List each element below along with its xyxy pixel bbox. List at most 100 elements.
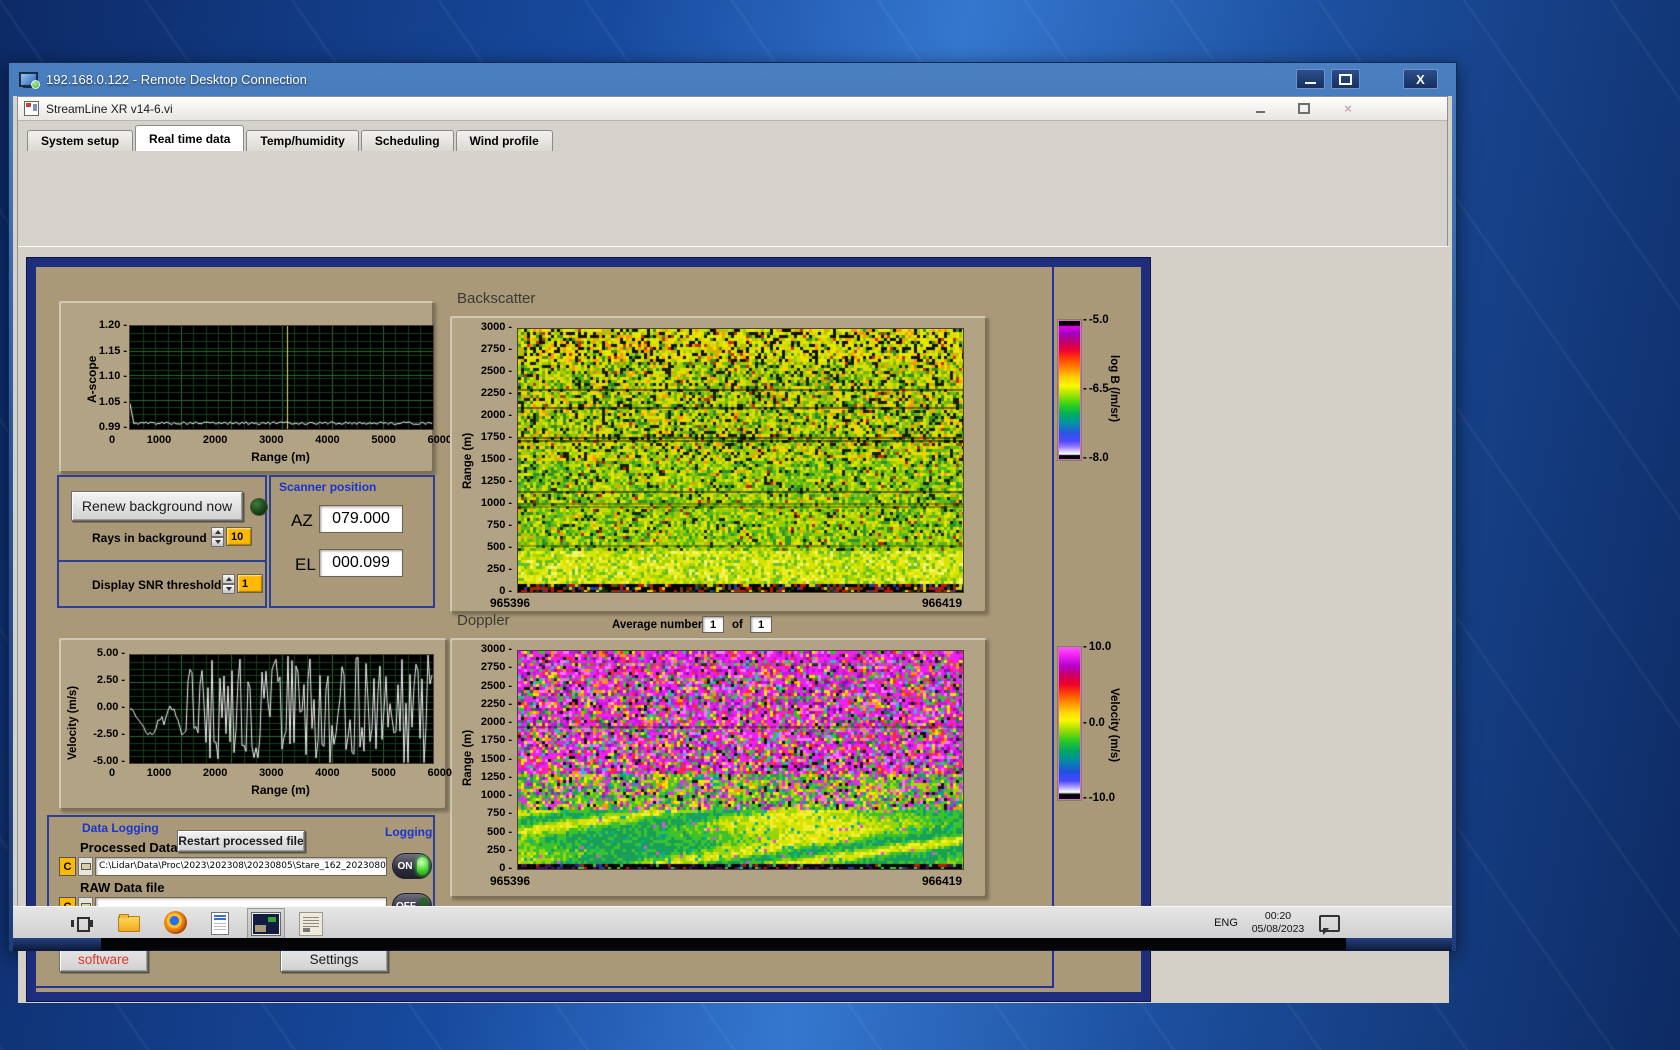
tab-wind-profile[interactable]: Wind profile	[456, 130, 553, 151]
tab-temp-humidity[interactable]: Temp/humidity	[246, 130, 358, 151]
ascope-ytick: 1.05	[99, 396, 127, 409]
velocity-xtick: 0	[109, 767, 115, 779]
doppler-x-start: 965396	[490, 874, 530, 888]
doppler-ytick: 2500	[481, 680, 512, 693]
backscatter-ytick: 250	[487, 563, 512, 576]
ascope-ytick: 1.20	[99, 319, 127, 332]
velocity-xtick: 3000	[259, 767, 283, 779]
rdp-minimize-button[interactable]	[1296, 69, 1325, 89]
snr-spinner-up[interactable]	[222, 574, 235, 584]
backscatter-ytick: 3000	[481, 321, 512, 334]
backscatter-ytick: 500	[487, 541, 512, 554]
active-app-taskbar-slot[interactable]	[247, 908, 285, 939]
backscatter-colorbar-title: log B (/m/sr)	[1108, 314, 1120, 464]
taskbar-clock[interactable]: 00:20 05/08/2023	[1247, 908, 1309, 938]
ascope-xtick: 5000	[371, 434, 395, 446]
backscatter-colorbar-ticks: -5.0-6.5-8.0	[1083, 314, 1127, 464]
ascope-xtick: 1000	[147, 434, 171, 446]
velocity-plot[interactable]	[129, 654, 434, 764]
language-indicator[interactable]: ENG	[1211, 910, 1241, 936]
velocity-y-ticks: 5.002.500.00-2.50-5.00	[81, 647, 125, 768]
snr-value-field[interactable]: 1	[237, 574, 263, 593]
scheduler-app-icon[interactable]	[299, 912, 323, 936]
snr-threshold-box: Display SNR threshold 1	[57, 560, 267, 608]
remote-desktop-icon	[19, 72, 38, 87]
folder-glyph-icon	[81, 863, 91, 870]
rays-value-field[interactable]: 10	[226, 527, 252, 546]
ascope-ytick: 0.99	[99, 421, 127, 434]
rays-spinner-up[interactable]	[211, 527, 224, 537]
app-minimize-button[interactable]	[1251, 101, 1269, 116]
snr-threshold-label: Display SNR threshold	[92, 578, 221, 592]
doppler-x-end: 966419	[902, 874, 962, 888]
velocity-ytick: 0.00	[97, 701, 125, 714]
streamline-app-icon	[252, 913, 280, 935]
labview-vi-icon	[24, 101, 39, 116]
backscatter-cb-tick: -5.0	[1083, 314, 1127, 326]
app-window-title: StreamLine XR v14-6.vi	[46, 102, 173, 116]
doppler-colorbar	[1058, 647, 1081, 800]
rays-in-background-label: Rays in background	[92, 531, 207, 545]
restart-processed-file-button[interactable]: Restart processed file	[177, 830, 305, 852]
tab-real-time-data[interactable]: Real time data	[135, 125, 244, 151]
rdp-maximize-button[interactable]	[1331, 69, 1360, 89]
backscatter-ytick: 1000	[481, 497, 512, 510]
average-number-field[interactable]: 1	[702, 616, 724, 633]
backscatter-colorbar	[1058, 320, 1081, 460]
doppler-ytick: 1750	[481, 734, 512, 747]
velocity-ytick: 2.50	[97, 674, 125, 687]
ascope-xtick: 3000	[259, 434, 283, 446]
velocity-ytick: 5.00	[97, 647, 125, 660]
doppler-colorbar-ticks: 10.00.0-10.0	[1083, 641, 1127, 804]
background-controls-box: Renew background now Rays in background …	[57, 475, 267, 562]
notification-center-icon[interactable]	[1319, 915, 1340, 932]
clock-date: 05/08/2023	[1252, 923, 1305, 936]
processed-path-field[interactable]: C:\Lidar\Data\Proc\2023\202308\20230805\…	[95, 857, 387, 876]
velocity-xtick: 1000	[147, 767, 171, 779]
average-total-field[interactable]: 1	[750, 616, 772, 633]
ascope-x-axis-label: Range (m)	[129, 450, 432, 464]
processed-browse-button[interactable]	[78, 857, 93, 876]
rdp-titlebar[interactable]: 192.168.0.122 - Remote Desktop Connectio…	[9, 63, 1456, 96]
backscatter-ytick: 2750	[481, 343, 512, 356]
processed-logging-toggle[interactable]: ON	[392, 853, 432, 879]
document-app-icon[interactable]	[211, 912, 229, 935]
processed-drive-selector[interactable]: C	[59, 857, 76, 876]
tab-strip: System setup Real time data Temp/humidit…	[22, 126, 555, 151]
rays-spinner	[211, 527, 224, 547]
rdp-window: 192.168.0.122 - Remote Desktop Connectio…	[8, 62, 1457, 952]
task-view-icon[interactable]	[71, 912, 93, 934]
ascope-xtick: 4000	[315, 434, 339, 446]
remote-screen-edge	[101, 938, 1346, 950]
ascope-ytick: 1.15	[99, 345, 127, 358]
doppler-ytick: 1250	[481, 771, 512, 784]
az-value-field[interactable]: 079.000	[319, 505, 403, 533]
file-explorer-icon[interactable]	[118, 916, 140, 932]
ascope-plot[interactable]	[129, 325, 434, 430]
doppler-heatmap[interactable]	[517, 650, 964, 870]
tab-content-pane: A-scope 1.201.151.101.050.99 01000200030…	[18, 246, 1449, 1003]
app-close-button[interactable]: ×	[1339, 101, 1357, 116]
firefox-icon[interactable]	[164, 911, 187, 934]
tab-scheduling[interactable]: Scheduling	[361, 130, 454, 151]
el-label: EL	[295, 555, 316, 575]
backscatter-graph-frame: Range (m) 300027502500225020001750150012…	[450, 316, 987, 613]
rdp-close-button[interactable]: X	[1403, 69, 1438, 89]
app-titlebar[interactable]: StreamLine XR v14-6.vi	[18, 97, 1447, 121]
logging-label: Logging	[385, 825, 432, 839]
doppler-ytick: 1000	[481, 789, 512, 802]
tab-system-setup[interactable]: System setup	[27, 130, 133, 151]
rays-spinner-down[interactable]	[211, 537, 224, 547]
doppler-cb-tick: 0.0	[1083, 717, 1127, 729]
backscatter-ytick: 1250	[481, 475, 512, 488]
labview-front-panel: A-scope 1.201.151.101.050.99 01000200030…	[27, 258, 1150, 1001]
velocity-ytick: -2.50	[93, 728, 125, 741]
rdp-close-wrap: X	[1403, 69, 1438, 89]
backscatter-heatmap[interactable]	[517, 328, 964, 593]
app-restore-button[interactable]	[1295, 101, 1313, 116]
renew-background-button[interactable]: Renew background now	[71, 491, 243, 521]
el-value-field[interactable]: 000.099	[319, 549, 403, 577]
velocity-xtick: 5000	[371, 767, 395, 779]
snr-spinner-down[interactable]	[222, 584, 235, 594]
velocity-x-axis-label: Range (m)	[129, 783, 432, 797]
